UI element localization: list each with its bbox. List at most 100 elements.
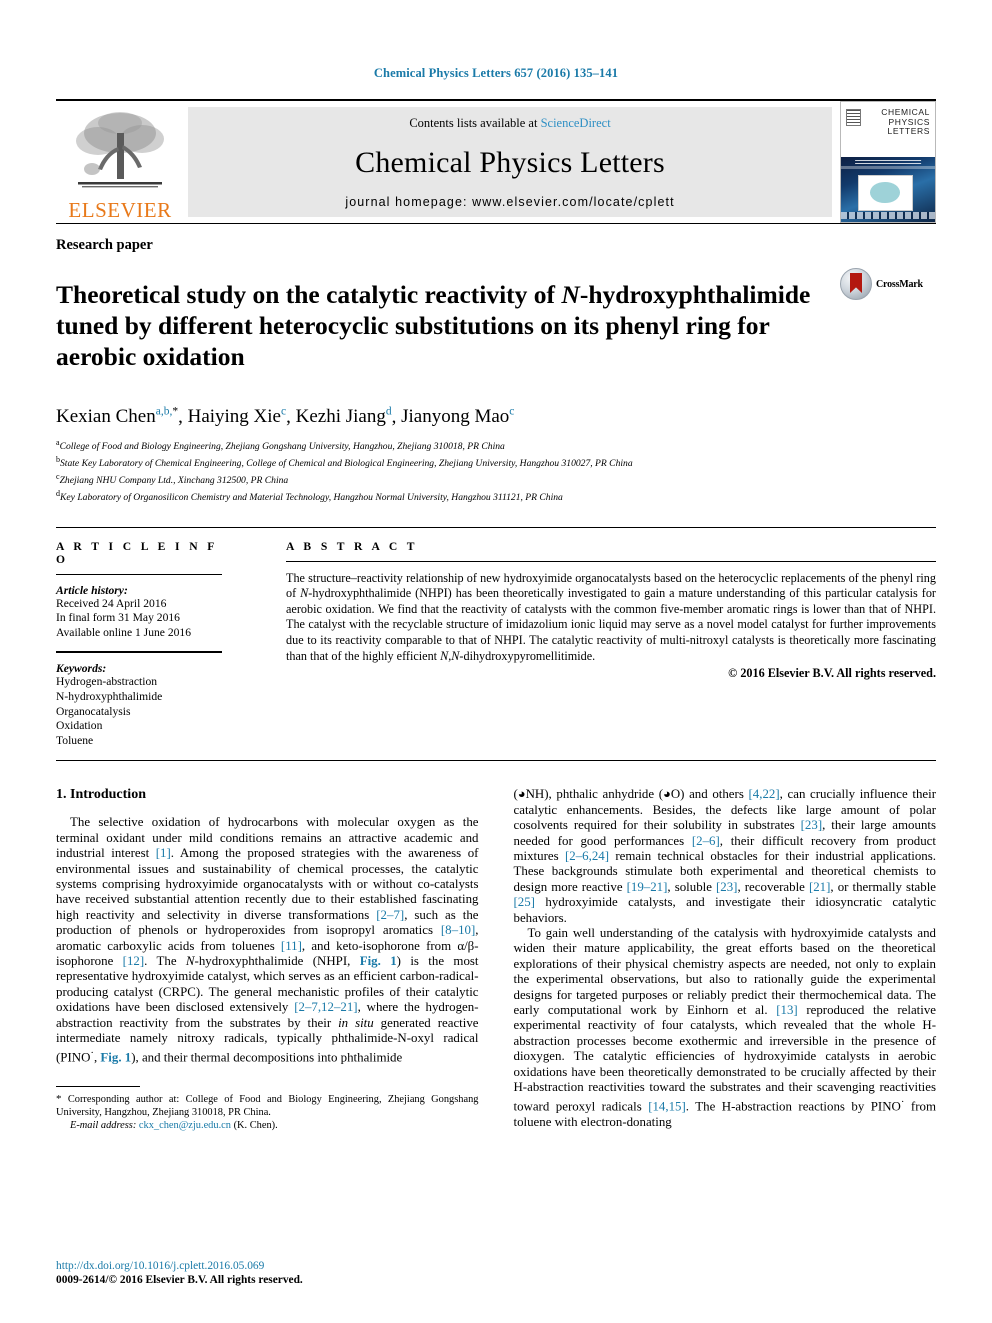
running-head: Chemical Physics Letters 657 (2016) 135–… <box>373 66 619 80</box>
sciencedirect-link[interactable]: ScienceDirect <box>541 116 611 130</box>
citation-12[interactable]: [12] <box>123 954 144 968</box>
citation-23b[interactable]: [23] <box>716 880 737 894</box>
keywords-label: Keywords: <box>56 662 107 676</box>
keyword-3: Organocatalysis <box>56 704 131 718</box>
email-note: E-mail address: ckx_chen@zju.edu.cn (K. … <box>56 1119 479 1132</box>
abstract-heading: A B S T R A C T <box>286 539 418 553</box>
author-2-name: Haiying Xie <box>187 406 281 428</box>
contents-list-line: Contents lists available at ScienceDirec… <box>409 116 610 131</box>
citation-25[interactable]: [25] <box>514 895 535 909</box>
intro-r-k: hydroxyimide catalysts, and investigate … <box>513 895 937 925</box>
journal-banner: Contents lists available at ScienceDirec… <box>188 107 832 217</box>
email-link[interactable]: ckx_chen@zju.edu.cn <box>139 1120 231 1131</box>
citation-2-6[interactable]: [2–6] <box>692 834 720 848</box>
citation-1[interactable]: [1] <box>156 846 171 860</box>
citation-13[interactable]: [13] <box>776 1003 797 1017</box>
journal-homepage[interactable]: journal homepage: www.elsevier.com/locat… <box>345 195 674 209</box>
affiliation-c-text: Zhejiang NHU Company Ltd., Xinchang 3125… <box>59 475 289 487</box>
article-info-heading: A R T I C L E I N F O <box>56 539 218 566</box>
citation-2-7[interactable]: [2–7] <box>376 908 404 922</box>
corresponding-author-note: * Corresponding author at: College of Fo… <box>56 1093 479 1119</box>
keyword-4: Oxidation <box>56 719 103 733</box>
issn-copyright-line: 0009-2614/© 2016 Elsevier B.V. All right… <box>56 1274 303 1286</box>
author-3: Kezhi Jiangd <box>296 406 392 427</box>
affiliation-d-text: Key Laboratory of Organosilicon Chemistr… <box>60 492 563 504</box>
intro-paragraph-left: The selective oxidation of hydrocarbons … <box>56 815 479 1066</box>
page-title: Theoretical study on the catalytic react… <box>56 279 840 372</box>
intro-r-b: NH), phthalic anhydride ( <box>525 787 664 802</box>
affiliation-c: cZhejiang NHU Company Ltd., Xinchang 312… <box>56 471 936 488</box>
cover-top: CHEMICAL PHYSICS LETTERS <box>841 102 935 158</box>
citation-4-22[interactable]: [4,22] <box>748 787 779 801</box>
author-2-marks: c <box>281 406 287 419</box>
affiliation-a: aCollege of Food and Biology Engineering… <box>56 437 936 454</box>
intro-r-c: O) and others <box>670 787 749 802</box>
body-left-column: 1. Introduction The selective oxidation … <box>56 787 479 1132</box>
cover-bottom-strip <box>841 211 935 219</box>
elsevier-tree-icon <box>76 112 164 188</box>
elsevier-logo: ELSEVIER <box>56 101 184 223</box>
journal-title: Chemical Physics Letters <box>355 146 665 179</box>
intro-r-i: , recoverable <box>737 879 809 894</box>
author-4: Jianyong Maoc <box>401 406 514 427</box>
author-1-corresponding-mark[interactable]: * <box>172 406 178 418</box>
figure-ref-1[interactable]: Fig. 1 <box>360 954 397 968</box>
abstract-text-b: -hydroxyphthalimide (NHPI) has been theo… <box>286 586 936 663</box>
journal-cover-thumbnail[interactable]: CHEMICAL PHYSICS LETTERS <box>840 101 936 223</box>
citation-23[interactable]: [23] <box>801 818 822 832</box>
affiliation-list: aCollege of Food and Biology Engineering… <box>56 437 936 504</box>
author-2: Haiying Xiec <box>188 406 287 427</box>
abstract-italic-NN: N,N <box>440 648 460 663</box>
history-received: Received 24 April 2016 <box>56 596 167 610</box>
citation-2-7-12-21[interactable]: [2–7,12–21] <box>294 1000 357 1014</box>
citation-2-6-24[interactable]: [2–6,24] <box>565 849 609 863</box>
intro-l-f: . The <box>144 954 186 969</box>
abstract-bottom-rule <box>56 760 936 762</box>
citation-8-10[interactable]: [8–10] <box>441 923 475 937</box>
crossmark-badge[interactable]: CrossMark <box>840 262 936 300</box>
author-1: Kexian Chena,b,* <box>56 406 178 427</box>
intro-r-a: ( <box>513 787 518 802</box>
cover-caption-lines <box>855 159 921 166</box>
email-suffix: (K. Chen). <box>230 1120 278 1132</box>
title-italic-N: N <box>561 280 580 310</box>
affiliation-b: bState Key Laboratory of Chemical Engine… <box>56 454 936 471</box>
citation-19-21[interactable]: [19–21] <box>627 880 668 894</box>
intro-r-h: , soluble <box>667 879 716 894</box>
citation-11[interactable]: [11] <box>281 939 302 953</box>
contents-prefix: Contents lists available at <box>409 116 541 130</box>
article-info-rule <box>56 573 222 575</box>
cover-molecule-image <box>857 175 913 212</box>
intro-italic-N: N <box>185 954 195 969</box>
intro-r2-c: . The H-abstraction reactions by PINO <box>685 1099 901 1114</box>
body-right-column: (◕NH), phthalic anhydride (◕O) and other… <box>514 787 937 1132</box>
author-1-name: Kexian Chen <box>56 406 156 428</box>
author-1-marks: a,b, <box>155 406 173 419</box>
cover-publisher-mark-icon <box>846 109 861 126</box>
figure-ref-2[interactable]: Fig. 1 <box>100 1051 131 1065</box>
article-history-label: Article history: <box>56 583 128 597</box>
citation-14-15[interactable]: [14,15] <box>648 1100 686 1114</box>
affiliation-a-text: College of Food and Biology Engineering,… <box>59 441 505 453</box>
title-part-1: Theoretical study on the catalytic react… <box>56 280 562 310</box>
intro-l-l: ), and their thermal decompositions into… <box>131 1050 403 1065</box>
cover-bottom-artwork <box>841 157 935 222</box>
cover-title: CHEMICAL PHYSICS LETTERS <box>881 107 930 137</box>
introduction-heading: 1. Introduction <box>56 787 146 803</box>
email-label: E-mail address: <box>70 1120 137 1132</box>
info-abstract-block: A R T I C L E I N F O Article history: R… <box>56 526 936 749</box>
abstract-rule <box>286 560 936 562</box>
paper-page: Chemical Physics Letters 657 (2016) 135–… <box>0 0 992 1323</box>
cover-title-line-3: LETTERS <box>887 126 930 136</box>
footnote-block: * Corresponding author at: College of Fo… <box>56 1086 479 1132</box>
masthead-bottom-rule <box>56 223 936 224</box>
author-3-marks: d <box>385 406 392 419</box>
keyword-2: N-hydroxyphthalimide <box>56 689 163 703</box>
intro-r2-b: reproduced the relative experimental rea… <box>513 1003 937 1114</box>
crossmark-icon <box>840 268 872 300</box>
abstract-copyright: © 2016 Elsevier B.V. All rights reserved… <box>728 666 936 681</box>
history-available-online: Available online 1 June 2016 <box>56 625 192 639</box>
doi-link[interactable]: http://dx.doi.org/10.1016/j.cplett.2016.… <box>56 1259 303 1273</box>
citation-21[interactable]: [21] <box>809 880 830 894</box>
keyword-1: Hydrogen-abstraction <box>56 675 158 689</box>
